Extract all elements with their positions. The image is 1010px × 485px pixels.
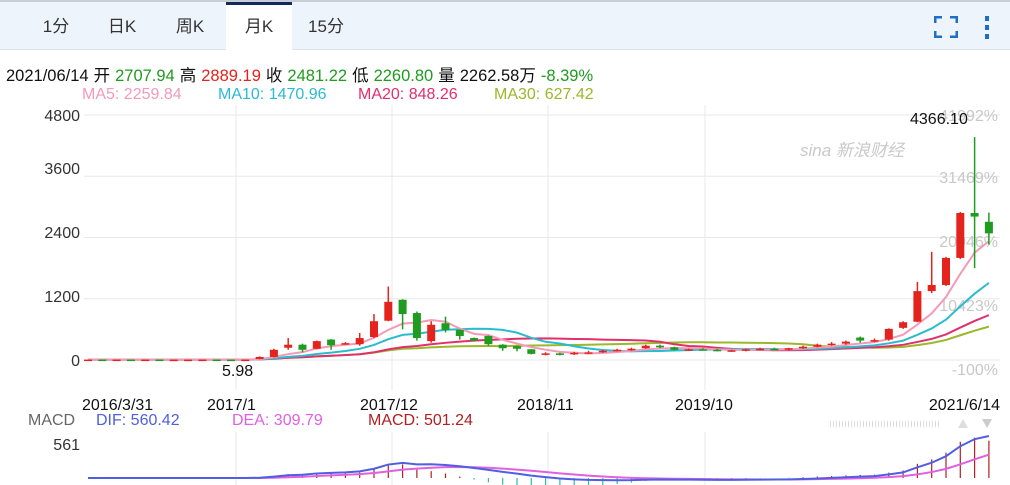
candle-body bbox=[312, 341, 321, 349]
candle-body bbox=[427, 324, 436, 342]
candle-body bbox=[656, 345, 664, 348]
candle-body bbox=[126, 359, 135, 362]
max-price-label: 4366.10 bbox=[910, 111, 968, 128]
candle-body bbox=[613, 349, 622, 352]
candle-body bbox=[241, 359, 250, 362]
y-tick: 0 bbox=[71, 353, 80, 370]
candle-body bbox=[856, 337, 865, 341]
arrow-down-icon[interactable] bbox=[982, 419, 992, 428]
candle-body bbox=[727, 350, 736, 352]
candle-body bbox=[741, 349, 750, 351]
candle-body bbox=[799, 346, 807, 349]
candle-body bbox=[670, 347, 679, 350]
pct-tick: 31469% bbox=[939, 170, 998, 187]
candle-body bbox=[284, 344, 293, 348]
candle-body bbox=[212, 359, 221, 362]
candle-body bbox=[984, 221, 993, 234]
candle-body bbox=[913, 291, 922, 322]
candle-body bbox=[398, 299, 407, 315]
candle-body bbox=[927, 284, 936, 292]
dea-legend: DEA: 309.79 bbox=[232, 412, 323, 429]
candle-body bbox=[942, 257, 950, 285]
macd-axis-label: 561 bbox=[53, 437, 80, 454]
ma30-line bbox=[87, 325, 990, 361]
ma5-line bbox=[87, 240, 990, 361]
candle-body bbox=[827, 343, 836, 346]
candle-body bbox=[770, 348, 779, 351]
candle-body bbox=[255, 356, 264, 359]
candle-body bbox=[298, 344, 307, 350]
x-date-label: 2018/11 bbox=[517, 397, 574, 414]
candle-body bbox=[570, 352, 579, 355]
candle-body bbox=[441, 323, 450, 330]
candle-body bbox=[498, 344, 507, 349]
pct-tick: -100% bbox=[952, 362, 998, 379]
x-date-label: 2021/6/14 bbox=[928, 397, 1000, 414]
candle-body bbox=[784, 348, 793, 350]
candle-body bbox=[641, 345, 650, 349]
candle-body bbox=[756, 348, 765, 351]
candle-body bbox=[169, 359, 178, 362]
y-tick: 4800 bbox=[44, 108, 80, 125]
candle-body bbox=[870, 340, 879, 342]
candle-body bbox=[84, 359, 92, 362]
candle-body bbox=[555, 353, 564, 355]
candle-body bbox=[684, 349, 693, 351]
candle-body bbox=[370, 321, 378, 338]
candle-body bbox=[141, 359, 150, 362]
min-price-label: 5.98 bbox=[222, 363, 253, 380]
x-date-label: 2019/10 bbox=[675, 397, 733, 414]
sina-watermark: sina 新浪财经 bbox=[800, 141, 906, 160]
pct-tick: 10423% bbox=[939, 298, 998, 315]
candle-body bbox=[98, 359, 107, 362]
candle-body bbox=[584, 352, 593, 354]
y-tick: 3600 bbox=[44, 161, 80, 178]
candle-body bbox=[899, 322, 908, 328]
candle-body bbox=[384, 301, 393, 321]
y-tick: 2400 bbox=[44, 225, 80, 242]
candle-body bbox=[327, 339, 336, 346]
candle-body bbox=[627, 348, 636, 351]
y-tick: 1200 bbox=[44, 289, 80, 306]
candle-body bbox=[455, 329, 464, 337]
macd-title: MACD bbox=[28, 412, 76, 429]
candle-body bbox=[841, 341, 850, 344]
candle-body bbox=[527, 349, 536, 354]
candle-body bbox=[484, 336, 493, 345]
candle-body bbox=[956, 213, 965, 258]
candle-body bbox=[598, 350, 607, 353]
dif-legend: DIF: 560.42 bbox=[96, 412, 180, 429]
candle-body bbox=[155, 359, 164, 362]
candle-body bbox=[227, 359, 235, 362]
candle-body bbox=[341, 343, 350, 345]
macd-scroll-controls[interactable] bbox=[830, 419, 992, 428]
candle-body bbox=[513, 346, 521, 349]
candle-body bbox=[112, 359, 121, 362]
candle-body bbox=[884, 328, 893, 340]
candle-body bbox=[713, 349, 722, 352]
macd-legend: MACD: 501.24 bbox=[368, 412, 473, 429]
candle-body bbox=[269, 349, 278, 357]
arrow-up-icon[interactable] bbox=[958, 419, 968, 428]
candle-body bbox=[198, 359, 207, 362]
candle-body bbox=[698, 349, 707, 351]
candle-body bbox=[541, 353, 550, 355]
candle-body bbox=[470, 338, 479, 341]
ma20-line bbox=[87, 314, 990, 361]
candle-body bbox=[412, 313, 421, 339]
dif-line bbox=[87, 435, 990, 482]
candle-body bbox=[813, 344, 822, 347]
candle-body bbox=[355, 338, 364, 345]
candle-body bbox=[970, 213, 979, 217]
candle-body bbox=[184, 359, 193, 362]
